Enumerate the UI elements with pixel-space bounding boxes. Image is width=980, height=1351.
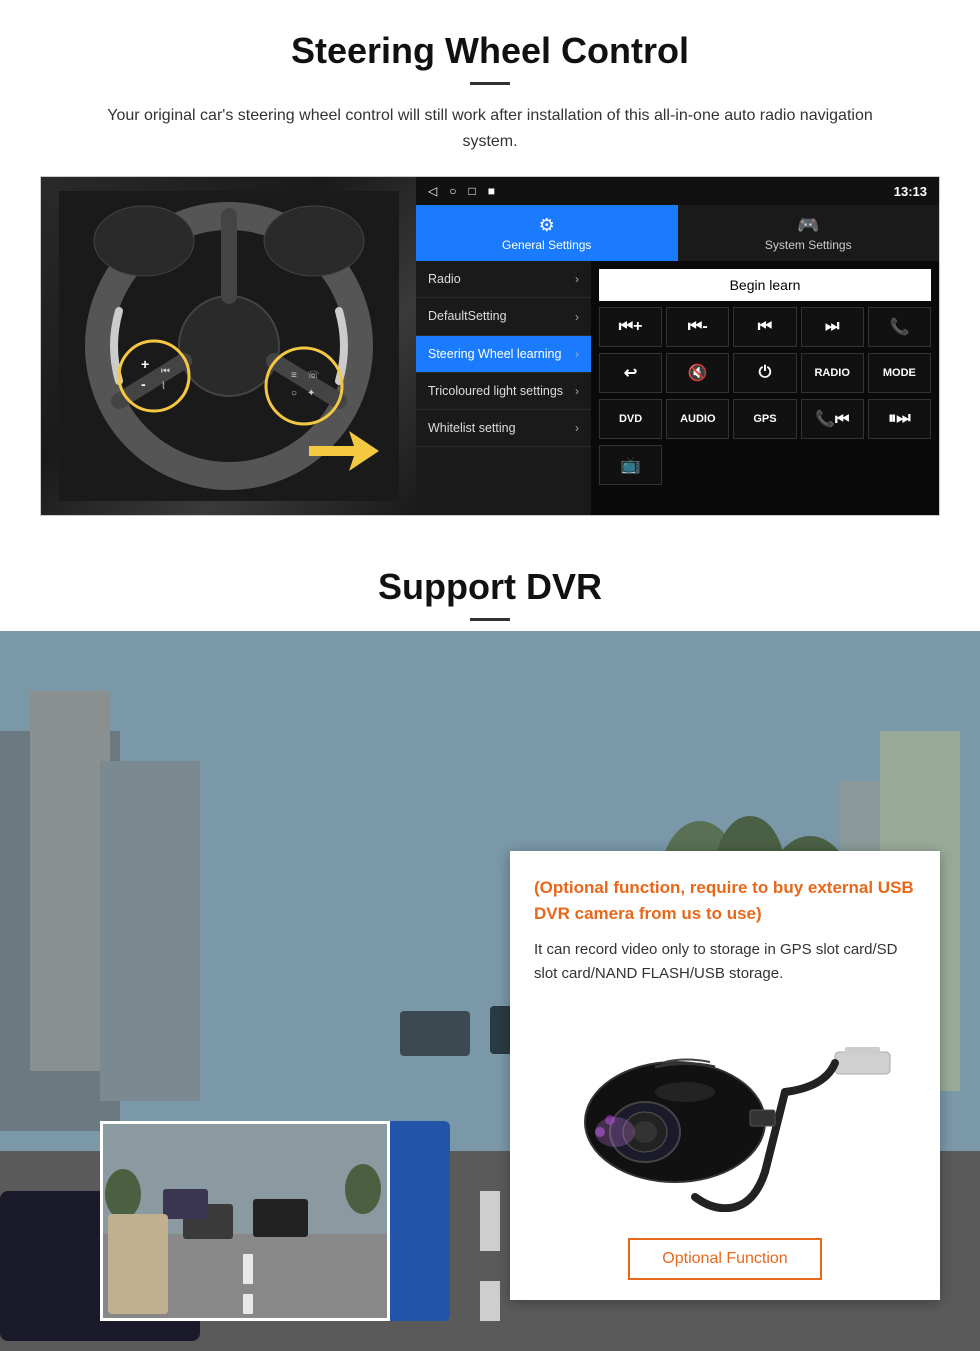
dvr-section: Support DVR xyxy=(0,536,980,1351)
menu-steering-label: Steering Wheel learning xyxy=(428,346,561,362)
menu-item-radio[interactable]: Radio › xyxy=(416,261,591,298)
dvd-btn[interactable]: DVD xyxy=(599,399,662,439)
radio-chevron-icon: › xyxy=(575,272,579,286)
begin-learn-button[interactable]: Begin learn xyxy=(599,269,931,301)
tab-general-label: General Settings xyxy=(502,238,591,252)
hang-up-btn[interactable]: ↩ xyxy=(599,353,662,393)
steering-section: Steering Wheel Control Your original car… xyxy=(0,0,980,536)
optional-function-button[interactable]: Optional Function xyxy=(628,1238,821,1280)
dvr-title-divider xyxy=(470,618,510,621)
svg-text:≡: ≡ xyxy=(291,370,297,381)
control-buttons-row4: 📺 xyxy=(599,445,931,485)
status-bar-time: 13:13 xyxy=(894,184,927,199)
dvr-info-desc: It can record video only to storage in G… xyxy=(534,938,916,986)
svg-text:+: + xyxy=(141,356,149,372)
dvr-title: Support DVR xyxy=(40,566,940,608)
gps-btn[interactable]: GPS xyxy=(733,399,796,439)
svg-text:⌇: ⌇ xyxy=(161,381,166,392)
power-btn[interactable]: ⏻ xyxy=(733,353,796,393)
phone-prev-btn[interactable]: 📞⏮ xyxy=(801,399,864,439)
phone-btn[interactable]: 📞 xyxy=(868,307,931,347)
dvr-info-title: (Optional function, require to buy exter… xyxy=(534,875,916,926)
dvr-camera-product-svg xyxy=(555,1012,895,1212)
back-icon: ◁ xyxy=(428,184,437,198)
vol-minus-btn[interactable]: ⏮- xyxy=(666,307,729,347)
tab-system-settings[interactable]: 🎮 System Settings xyxy=(678,205,940,261)
menu-default-label: DefaultSetting xyxy=(428,308,507,324)
general-settings-icon: ⚙ xyxy=(539,215,555,236)
settings-menu: Radio › DefaultSetting › Steering Wheel … xyxy=(416,261,591,515)
next-combo-btn[interactable]: ⏸⏭ xyxy=(868,399,931,439)
settings-tabs: ⚙ General Settings 🎮 System Settings xyxy=(416,205,939,261)
right-control-panel: Begin learn ⏮+ ⏮- ⏮ ⏭ 📞 ↩ 🔇 ⏻ RAD xyxy=(591,261,939,515)
vol-plus-btn[interactable]: ⏮+ xyxy=(599,307,662,347)
home-icon: ○ xyxy=(449,184,456,198)
prev-btn[interactable]: ⏮ xyxy=(733,307,796,347)
svg-text:✦: ✦ xyxy=(307,388,315,399)
dashcam-inset-image xyxy=(100,1121,390,1321)
steering-title: Steering Wheel Control xyxy=(40,30,940,72)
steering-wheel-svg: + - ⏮ ⌇ ≡ ☏ ○ ✦ xyxy=(59,191,399,501)
steering-description: Your original car's steering wheel contr… xyxy=(80,103,900,154)
menu-item-default-setting[interactable]: DefaultSetting › xyxy=(416,298,591,335)
svg-text:⏮: ⏮ xyxy=(161,366,170,377)
audio-btn[interactable]: AUDIO xyxy=(666,399,729,439)
title-divider xyxy=(470,82,510,85)
dvr-product-image xyxy=(534,1002,916,1222)
menu-radio-label: Radio xyxy=(428,271,461,287)
whitelist-chevron-icon: › xyxy=(575,421,579,435)
menu-item-tricoloured[interactable]: Tricoloured light settings › xyxy=(416,373,591,410)
screen-btn[interactable]: 📺 xyxy=(599,445,662,485)
mute-btn[interactable]: 🔇 xyxy=(666,353,729,393)
radio-mode-btn[interactable]: RADIO xyxy=(801,353,864,393)
steering-image-area: + - ⏮ ⌇ ≡ ☏ ○ ✦ xyxy=(41,177,416,515)
tab-system-label: System Settings xyxy=(765,238,852,252)
dvr-header: Support DVR xyxy=(0,536,980,631)
status-bar-nav: ◁ ○ □ ■ xyxy=(428,184,495,198)
svg-text:☏: ☏ xyxy=(307,370,320,381)
control-buttons-row3: DVD AUDIO GPS 📞⏮ ⏸⏭ xyxy=(599,399,931,439)
tricoloured-chevron-icon: › xyxy=(575,384,579,398)
mode-btn[interactable]: MODE xyxy=(868,353,931,393)
control-buttons-row1: ⏮+ ⏮- ⏮ ⏭ 📞 xyxy=(599,307,931,347)
menu-whitelist-label: Whitelist setting xyxy=(428,420,516,436)
svg-text:-: - xyxy=(141,376,146,392)
tab-general-settings[interactable]: ⚙ General Settings xyxy=(416,205,678,261)
menu-icon: ■ xyxy=(488,184,495,198)
system-settings-icon: 🎮 xyxy=(797,215,819,236)
demo-container: + - ⏮ ⌇ ≡ ☏ ○ ✦ ◁ ○ xyxy=(40,176,940,516)
menu-item-whitelist[interactable]: Whitelist setting › xyxy=(416,410,591,447)
next-btn[interactable]: ⏭ xyxy=(801,307,864,347)
dvr-background: (Optional function, require to buy exter… xyxy=(0,631,980,1351)
svg-text:○: ○ xyxy=(291,388,297,399)
steering-chevron-icon: › xyxy=(575,347,579,361)
control-buttons-row2: ↩ 🔇 ⏻ RADIO MODE xyxy=(599,353,931,393)
dashcam-view-svg xyxy=(103,1124,390,1321)
settings-content: Radio › DefaultSetting › Steering Wheel … xyxy=(416,261,939,515)
menu-tricoloured-label: Tricoloured light settings xyxy=(428,383,563,399)
dvr-info-box: (Optional function, require to buy exter… xyxy=(510,851,940,1300)
android-ui: ◁ ○ □ ■ 13:13 ⚙ General Settings 🎮 Syste… xyxy=(416,177,939,515)
recent-icon: □ xyxy=(468,184,475,198)
status-bar: ◁ ○ □ ■ 13:13 xyxy=(416,177,939,205)
menu-item-steering-learning[interactable]: Steering Wheel learning › xyxy=(416,336,591,373)
default-chevron-icon: › xyxy=(575,310,579,324)
